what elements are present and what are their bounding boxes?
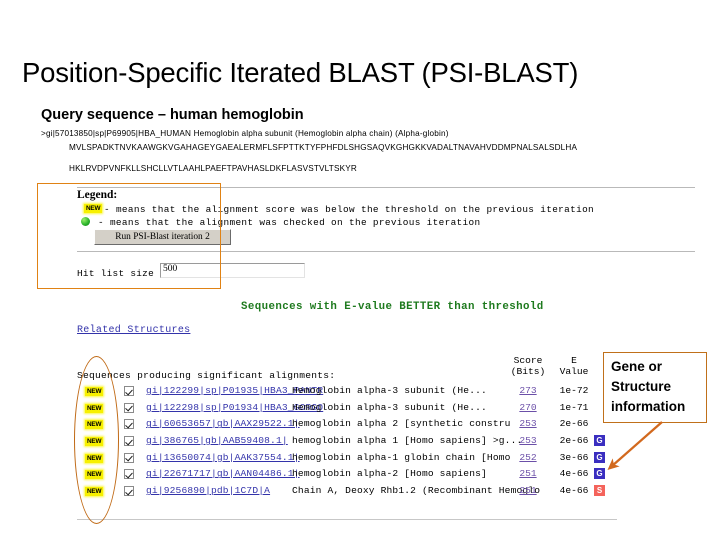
callout-line-2: Structure xyxy=(611,379,672,394)
row-description: hemoglobin alpha-1 globin chain [Homo xyxy=(292,451,511,463)
row-checkbox[interactable] xyxy=(124,386,134,396)
slide-canvas: Position-Specific Iterated BLAST (PSI-BL… xyxy=(0,0,720,540)
row-accession-link[interactable]: gi|386765|gb|AAB59408.1| xyxy=(146,435,288,446)
row-accession-link[interactable]: gi|22671717|gb|AAN04486.1| xyxy=(146,468,300,479)
row-score-link[interactable]: 251 xyxy=(505,485,551,496)
callout-line-3: information xyxy=(611,399,686,414)
query-defline: >gi|57013850|sp|P69905|HBA_HUMAN Hemoglo… xyxy=(41,129,449,138)
row-accession-link[interactable]: gi|9256890|pdb|1C7D|A xyxy=(146,485,270,496)
query-sequence-heading: Query sequence – human hemoglobin xyxy=(41,107,304,123)
legend-highlight-annotation xyxy=(37,183,221,289)
table-divider-bottom xyxy=(77,519,617,520)
sequences-better-than-threshold-header: Sequences with E-value BETTER than thres… xyxy=(241,301,544,313)
column-header-score: Score (Bits) xyxy=(505,355,551,377)
row-accession-link[interactable]: gi|13650074|gb|AAK37554.1| xyxy=(146,452,300,463)
left-column-ellipse-annotation xyxy=(74,356,119,524)
gene-structure-callout: Gene or Structure information xyxy=(603,352,707,423)
row-checkbox[interactable] xyxy=(124,452,134,463)
column-header-score-line2: (Bits) xyxy=(510,366,546,377)
column-header-evalue-line2: Value xyxy=(559,366,589,377)
row-evalue: 4e-66 xyxy=(559,485,589,497)
query-sequence-line-2: HKLRVDPVNFKLLSHCLLVTLAAHLPAEFTPAVHASLDKF… xyxy=(69,164,358,173)
query-sequence-line-1: MVLSPADKTNVKAAWGKVGAHAGEYGAEALERMFLSFPTT… xyxy=(69,143,578,152)
row-description: hemoglobin alpha-2 [Homo sapiens] xyxy=(292,468,487,480)
row-checkbox[interactable] xyxy=(124,486,134,497)
column-header-evalue: E Value xyxy=(553,355,595,377)
callout-line-1: Gene or xyxy=(611,359,663,374)
structure-badge[interactable]: S xyxy=(594,485,605,497)
row-score-link[interactable]: 270 xyxy=(505,402,551,413)
row-checkbox[interactable] xyxy=(124,402,134,413)
row-description: Chain A, Deoxy Rhb1.2 (Recombinant Hemog… xyxy=(292,485,541,497)
gene-badge[interactable]: G xyxy=(594,435,605,447)
row-description: Hemoglobin alpha-3 subunit (He... xyxy=(292,401,487,413)
column-header-score-line1: Score xyxy=(513,355,543,366)
row-evalue: 1e-71 xyxy=(559,401,589,413)
row-accession-link[interactable]: gi|60653657|gb|AAX29522.1| xyxy=(146,418,300,429)
row-description: hemoglobin alpha 1 [Homo sapiens] >g... xyxy=(292,435,523,447)
gene-badge[interactable]: G xyxy=(594,468,605,480)
related-structures-link[interactable]: Related Structures xyxy=(77,325,190,336)
row-evalue: 2e-66 xyxy=(559,418,589,430)
row-score-link[interactable]: 273 xyxy=(505,385,551,396)
row-description: hemoglobin alpha 2 [synthetic constru xyxy=(292,418,511,430)
row-checkbox[interactable] xyxy=(124,469,134,480)
row-evalue: 3e-66 xyxy=(559,451,589,463)
row-score-link[interactable]: 253 xyxy=(505,418,551,429)
page-title: Position-Specific Iterated BLAST (PSI-BL… xyxy=(22,57,579,88)
gene-badge[interactable]: G xyxy=(594,451,605,463)
column-header-evalue-line1: E xyxy=(571,355,577,366)
column-header-descriptions: Sequences producing significant alignmen… xyxy=(77,370,336,381)
row-score-link[interactable]: 251 xyxy=(505,468,551,479)
row-description: Hemoglobin alpha-3 subunit (He... xyxy=(292,385,487,396)
row-checkbox[interactable] xyxy=(124,436,134,447)
row-evalue: 1e-72 xyxy=(559,385,589,396)
row-checkbox[interactable] xyxy=(124,419,134,430)
row-evalue: 2e-66 xyxy=(559,435,589,447)
row-evalue: 4e-66 xyxy=(559,468,589,480)
row-score-link[interactable]: 252 xyxy=(505,452,551,463)
row-score-link[interactable]: 253 xyxy=(505,435,551,446)
